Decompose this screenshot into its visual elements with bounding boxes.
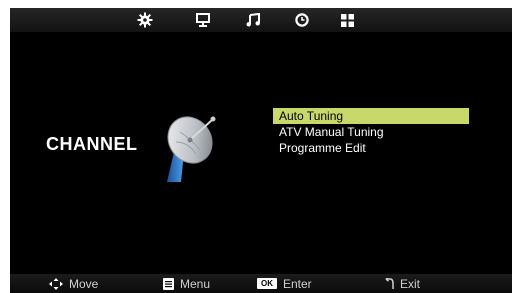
music-note-icon[interactable] <box>244 11 262 29</box>
key-hint-bar: Move Menu OK Enter Exit <box>10 274 512 293</box>
grid-icon[interactable] <box>338 11 356 29</box>
menu-item-atv-manual-tuning[interactable]: ATV Manual Tuning <box>273 124 469 140</box>
tv-osd-screen: CHANNEL Auto Tuning ATV Manual Tuning Pr… <box>10 8 512 293</box>
exit-hint: Exit <box>384 274 420 293</box>
gear-icon[interactable] <box>136 11 154 29</box>
menu-label: Menu <box>180 276 211 291</box>
ok-key-label: OK <box>257 278 277 289</box>
section-title: CHANNEL <box>46 134 138 154</box>
menu-hint: Menu <box>163 274 210 293</box>
satellite-dish-icon <box>160 112 226 184</box>
menu-item-programme-edit[interactable]: Programme Edit <box>273 140 469 156</box>
top-menu-bar <box>10 8 512 32</box>
exit-label: Exit <box>400 276 421 291</box>
move-label: Move <box>69 276 99 291</box>
move-hint: Move <box>49 274 98 293</box>
enter-label: Enter <box>283 276 312 291</box>
clock-icon[interactable] <box>293 11 311 29</box>
monitor-icon[interactable] <box>194 11 212 29</box>
channel-menu: Auto Tuning ATV Manual Tuning Programme … <box>273 108 469 156</box>
menu-item-auto-tuning[interactable]: Auto Tuning <box>273 108 469 124</box>
exit-return-icon <box>384 277 394 290</box>
ok-key-icon: OK <box>257 278 277 289</box>
enter-hint: OK Enter <box>257 274 312 293</box>
move-arrows-icon <box>49 277 63 290</box>
menu-list-icon <box>163 277 174 290</box>
